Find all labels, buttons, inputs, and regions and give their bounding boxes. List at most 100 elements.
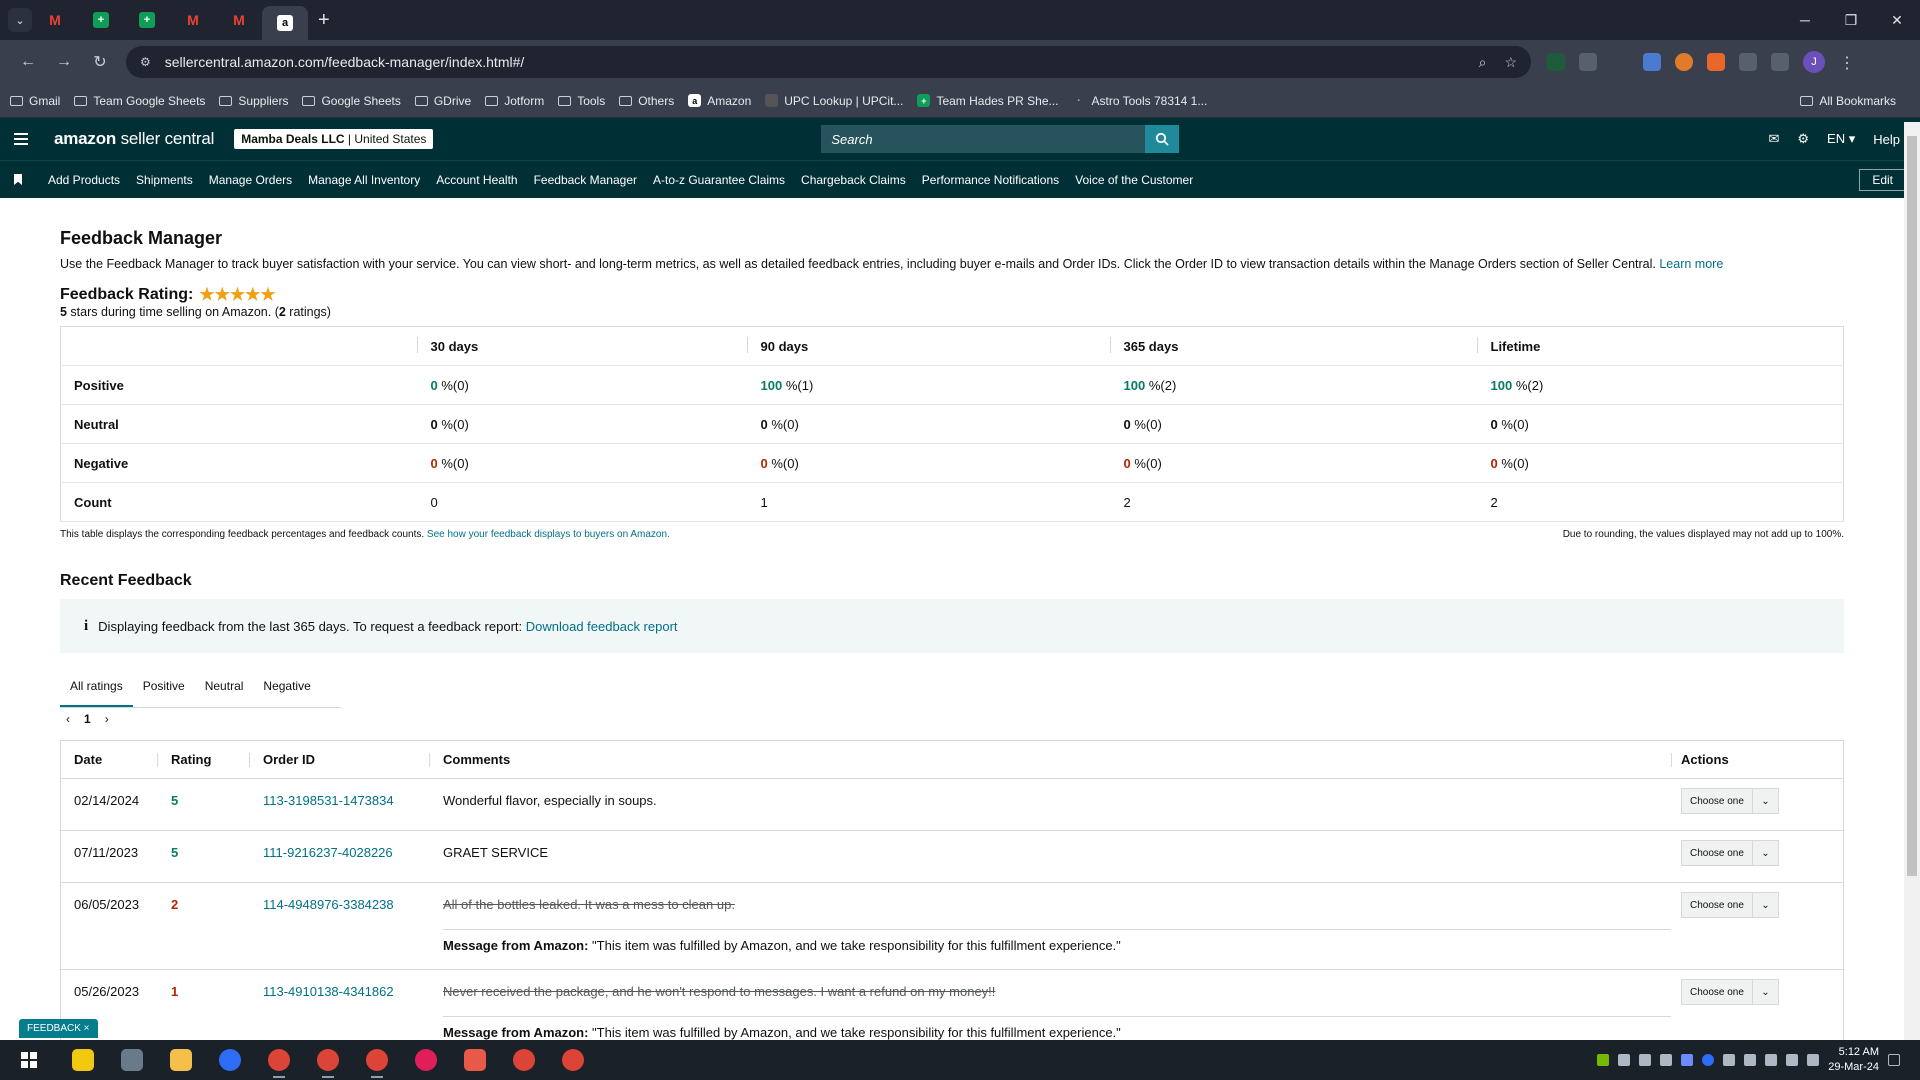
page-scrollbar[interactable] [1904, 122, 1920, 1040]
nav-manage-orders[interactable]: Manage Orders [209, 173, 292, 187]
tray-icon[interactable] [1660, 1054, 1673, 1066]
extension-off-icon[interactable] [1579, 53, 1597, 71]
order-id-link[interactable]: 113-3198531-1473834 [263, 793, 394, 808]
tab-search-chevron-icon[interactable]: ⌄ [8, 8, 32, 32]
bookmark-gdrive[interactable]: GDrive [414, 94, 471, 108]
settings-gear-icon[interactable]: ⚙ [1797, 131, 1809, 147]
tab-sheets-1[interactable]: + [78, 5, 124, 35]
extension-icon[interactable] [1675, 53, 1693, 71]
clock[interactable]: 5:12 AM 29-Mar-24 [1828, 1045, 1879, 1075]
tab-negative[interactable]: Negative [253, 665, 320, 707]
zoom-magnifier-icon[interactable]: ⌕ [1479, 54, 1487, 71]
bookmark-google-sheets[interactable]: Google Sheets [302, 94, 401, 108]
tab-gmail-3[interactable]: M [216, 5, 262, 35]
bookmark-suppliers[interactable]: Suppliers [219, 94, 288, 108]
help-link[interactable]: Help [1873, 132, 1900, 147]
search-input[interactable] [821, 125, 1146, 153]
bookmark-team-hades[interactable]: + Team Hades PR She... [917, 94, 1059, 108]
url-omnibox[interactable]: ⚙ sellercentral.amazon.com/feedback-mana… [126, 46, 1531, 78]
nav-account-health[interactable]: Account Health [436, 173, 517, 187]
extension-icon[interactable] [1643, 53, 1661, 71]
tab-gmail-1[interactable]: M [32, 5, 78, 35]
tab-neutral[interactable]: Neutral [195, 665, 254, 707]
taskbar-sticky-notes[interactable] [58, 1040, 107, 1080]
bookmark-star-icon[interactable]: ☆ [1504, 54, 1517, 71]
nav-chargeback-claims[interactable]: Chargeback Claims [801, 173, 906, 187]
taskbar-file-explorer[interactable] [156, 1040, 205, 1080]
taskbar-chrome-1[interactable] [254, 1040, 303, 1080]
puzzle-extensions-icon[interactable] [1739, 53, 1757, 71]
taskbar-zoom[interactable] [205, 1040, 254, 1080]
start-button[interactable] [0, 1052, 58, 1068]
close-icon[interactable]: ✕ [1874, 12, 1920, 29]
taskbar-chrome-5[interactable] [548, 1040, 597, 1080]
microphone-icon[interactable] [1807, 1054, 1820, 1066]
buyer-display-link[interactable]: See how your feedback displays to buyers… [427, 529, 670, 540]
account-switcher[interactable]: Mamba Deals LLC | United States [234, 129, 434, 149]
download-report-link[interactable]: Download feedback report [526, 619, 678, 634]
kebab-menu-icon[interactable]: ⋮ [1839, 53, 1855, 72]
tray-icon[interactable] [1639, 1054, 1652, 1066]
nvidia-icon[interactable] [1597, 1054, 1610, 1066]
taskbar-app[interactable] [450, 1040, 499, 1080]
taskbar-slack[interactable] [401, 1040, 450, 1080]
pen-icon[interactable] [1681, 1054, 1694, 1066]
js-extension-icon[interactable] [1707, 53, 1725, 71]
bookmark-amazon[interactable]: a Amazon [688, 94, 751, 108]
tab-positive[interactable]: Positive [133, 665, 195, 707]
bookmark-tools[interactable]: Tools [558, 94, 605, 108]
extension-icon[interactable] [1611, 53, 1629, 71]
nav-manage-inventory[interactable]: Manage All Inventory [308, 173, 420, 187]
bookmark-gmail[interactable]: Gmail [10, 94, 60, 108]
mail-icon[interactable]: ✉ [1768, 131, 1779, 147]
nav-feedback-manager[interactable]: Feedback Manager [534, 173, 637, 187]
taskbar-chrome-4[interactable] [499, 1040, 548, 1080]
prev-page-icon[interactable]: ‹ [66, 712, 70, 726]
notification-icon[interactable] [1888, 1054, 1900, 1066]
bluetooth-icon[interactable] [1744, 1054, 1757, 1066]
tray-icon[interactable] [1618, 1054, 1631, 1066]
seller-central-logo[interactable]: amazon seller central [54, 129, 214, 149]
battery-icon[interactable] [1723, 1054, 1736, 1066]
action-dropdown[interactable]: Choose one ⌄ [1681, 892, 1779, 918]
learn-more-link[interactable]: Learn more [1659, 257, 1723, 271]
extension-icon[interactable] [1547, 53, 1565, 71]
nav-voice-of-customer[interactable]: Voice of the Customer [1075, 173, 1193, 187]
tab-all-ratings[interactable]: All ratings [60, 665, 133, 707]
taskbar-chrome-2[interactable] [303, 1040, 352, 1080]
site-info-icon[interactable]: ⚙ [140, 55, 151, 69]
feedback-widget-tab[interactable]: FEEDBACK × [19, 1019, 98, 1038]
action-dropdown[interactable]: Choose one ⌄ [1681, 788, 1779, 814]
current-page[interactable]: 1 [84, 712, 91, 726]
zoom-tray-icon[interactable] [1702, 1054, 1715, 1066]
nav-add-products[interactable]: Add Products [48, 173, 120, 187]
new-tab-plus-icon[interactable]: + [318, 9, 330, 32]
order-id-link[interactable]: 114-4948976-3384238 [263, 897, 394, 912]
order-id-link[interactable]: 113-4910138-4341862 [263, 984, 394, 999]
next-page-icon[interactable]: › [105, 712, 109, 726]
order-id-link[interactable]: 111-9216237-4028226 [263, 845, 393, 860]
edit-nav-button[interactable]: Edit [1859, 168, 1906, 191]
hamburger-menu-icon[interactable] [14, 130, 28, 148]
tab-sheets-2[interactable]: + [124, 5, 170, 35]
restore-icon[interactable]: ❐ [1828, 12, 1874, 29]
profile-avatar[interactable]: J [1803, 51, 1825, 73]
back-arrow-icon[interactable]: ← [10, 53, 46, 71]
side-panel-icon[interactable] [1771, 53, 1789, 71]
forward-arrow-icon[interactable]: → [46, 53, 82, 71]
action-dropdown[interactable]: Choose one ⌄ [1681, 840, 1779, 866]
bookmark-icon[interactable] [14, 174, 22, 185]
network-icon[interactable] [1786, 1054, 1799, 1066]
language-selector[interactable]: EN ▾ [1827, 131, 1855, 147]
nav-shipments[interactable]: Shipments [136, 173, 193, 187]
tab-amazon-active[interactable]: a [262, 6, 308, 40]
all-bookmarks[interactable]: All Bookmarks [1800, 94, 1896, 108]
bookmark-astro-tools[interactable]: · Astro Tools 78314 1... [1073, 94, 1207, 108]
bookmark-upc-lookup[interactable]: UPC Lookup | UPCit... [765, 94, 903, 108]
minimize-icon[interactable]: ─ [1782, 12, 1828, 29]
taskbar-calculator[interactable] [107, 1040, 156, 1080]
bookmark-team-google-sheets[interactable]: Team Google Sheets [74, 94, 205, 108]
bookmark-others[interactable]: Others [619, 94, 674, 108]
nav-performance-notifications[interactable]: Performance Notifications [922, 173, 1059, 187]
volume-icon[interactable] [1765, 1054, 1778, 1066]
